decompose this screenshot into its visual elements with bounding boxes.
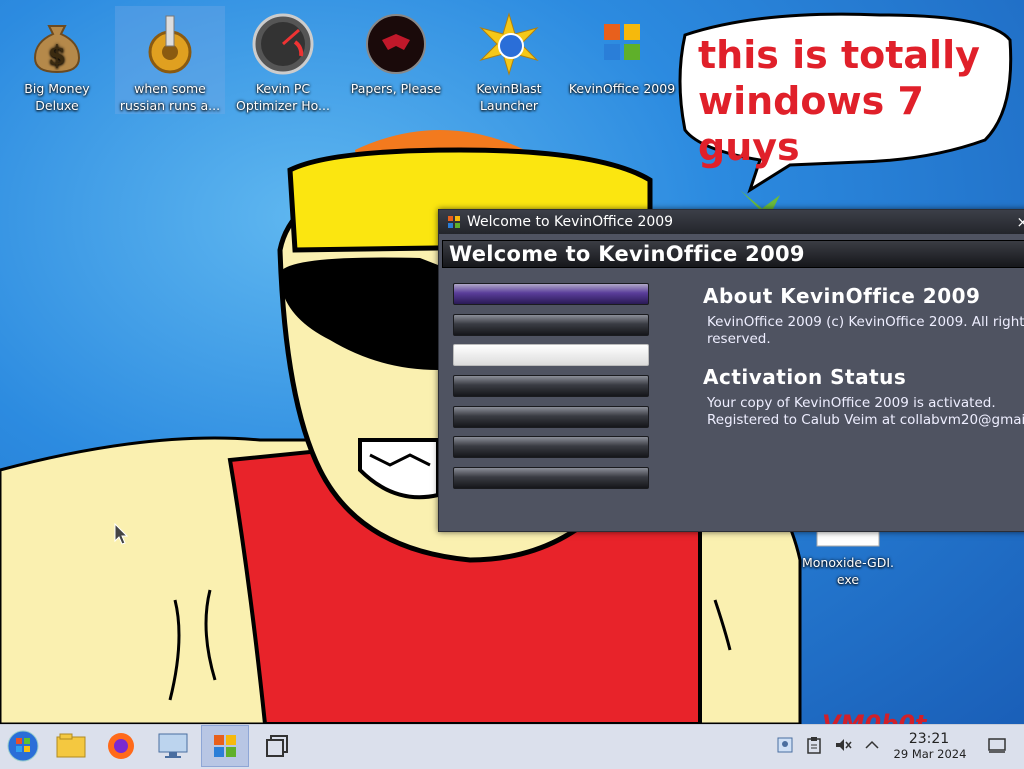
svg-text:$: $ — [48, 41, 66, 71]
file-manager-icon — [56, 733, 86, 758]
start-button[interactable] — [0, 726, 46, 766]
meme-caption: this is totally windows 7 guys — [698, 32, 1024, 170]
desktop-icon-russian[interactable]: when some russian runs a... — [115, 6, 225, 114]
user-icon[interactable] — [776, 736, 794, 754]
clock-date[interactable]: 29 Mar 2024 — [888, 747, 972, 761]
desktop-icon-label: Big Money Deluxe — [24, 81, 90, 113]
activation-line-2: Registered to Calub Veim at collabvm20@g… — [707, 412, 1024, 428]
activation-heading: Activation Status — [703, 365, 907, 389]
desktop-icon-kevinblast-launcher[interactable]: KevinBlast Launcher — [454, 6, 564, 114]
money-bag-icon: $ — [33, 25, 81, 74]
about-text: KevinOffice 2009 (c) KevinOffice 2009. A… — [707, 314, 1024, 347]
nav-button-5[interactable] — [453, 405, 649, 428]
desktop-icon-label: Monoxide-GDI. exe — [801, 555, 895, 587]
desktop-icon-label: KevinBlast Launcher — [476, 81, 542, 113]
eagle-emblem-icon — [366, 14, 426, 74]
nav-button-column — [453, 283, 649, 498]
desktop-icon-label: when some russian runs a... — [119, 81, 221, 113]
window-titlebar[interactable]: Welcome to KevinOffice 2009 × — [439, 210, 1024, 234]
kevinoffice-icon — [448, 216, 460, 228]
taskbar-file-manager[interactable] — [48, 726, 94, 766]
desktop-icon-label: KevinOffice 2009 — [568, 81, 676, 96]
desktop-icon-kevinoffice-2009[interactable]: KevinOffice 2009 — [567, 6, 677, 97]
volume-muted-icon[interactable] — [834, 736, 852, 754]
chevron-up-icon[interactable] — [863, 736, 881, 754]
task-view-icon — [266, 735, 288, 757]
nav-button-7[interactable] — [453, 467, 649, 490]
start-orb-icon — [7, 730, 39, 762]
nav-button-2[interactable] — [453, 313, 649, 336]
mouse-cursor-icon — [114, 523, 128, 545]
nav-button-3[interactable] — [453, 344, 649, 367]
taskbar-remote-desktop[interactable] — [150, 726, 196, 766]
show-desktop-icon[interactable] — [988, 736, 1006, 754]
kevinoffice-icon — [214, 735, 236, 757]
info-panel: About KevinOffice 2009 KevinOffice 2009 … — [703, 284, 1024, 429]
office-logo-icon — [604, 24, 640, 60]
gear-icon — [148, 15, 192, 74]
watermark-text: VM0b0t — [822, 710, 928, 724]
starburst-icon — [479, 12, 539, 76]
clipboard-icon[interactable] — [805, 736, 823, 754]
meme-caption-line-1: this is totally — [698, 33, 980, 77]
about-heading: About KevinOffice 2009 — [703, 284, 981, 308]
nav-button-4[interactable] — [453, 375, 649, 398]
activation-text: Your copy of KevinOffice 2009 is activat… — [707, 395, 1024, 429]
meme-caption-line-2: windows 7 guys — [698, 79, 924, 169]
taskbar-task-view[interactable] — [254, 726, 300, 766]
close-button[interactable]: × — [1016, 213, 1024, 231]
desktop-icon-papers-please[interactable]: Papers, Please — [341, 6, 451, 97]
desktop-icon-kevin-pc-optimizer[interactable]: Kevin PC Optimizer Ho... — [228, 6, 338, 114]
desktop-icon-label: Papers, Please — [350, 81, 442, 96]
remote-desktop-icon — [158, 733, 188, 758]
taskbar-kevinoffice[interactable] — [201, 725, 249, 767]
window-header: Welcome to KevinOffice 2009 — [442, 240, 1024, 268]
window-title: Welcome to KevinOffice 2009 — [467, 214, 674, 230]
activation-line-1: Your copy of KevinOffice 2009 is activat… — [707, 395, 996, 411]
firefox-icon — [108, 733, 134, 759]
desktop-icon-big-money-deluxe[interactable]: $ Big Money Deluxe — [2, 6, 112, 114]
nav-button-6[interactable] — [453, 436, 649, 459]
desktop-icon-label: Kevin PC Optimizer Ho... — [236, 81, 330, 113]
kevinoffice-window[interactable]: Welcome to KevinOffice 2009 × Welcome to… — [438, 209, 1024, 532]
gauge-icon — [252, 13, 314, 75]
clock-time[interactable]: 23:21 — [903, 731, 955, 747]
taskbar-firefox[interactable] — [98, 726, 144, 766]
nav-button-1[interactable] — [453, 283, 649, 305]
